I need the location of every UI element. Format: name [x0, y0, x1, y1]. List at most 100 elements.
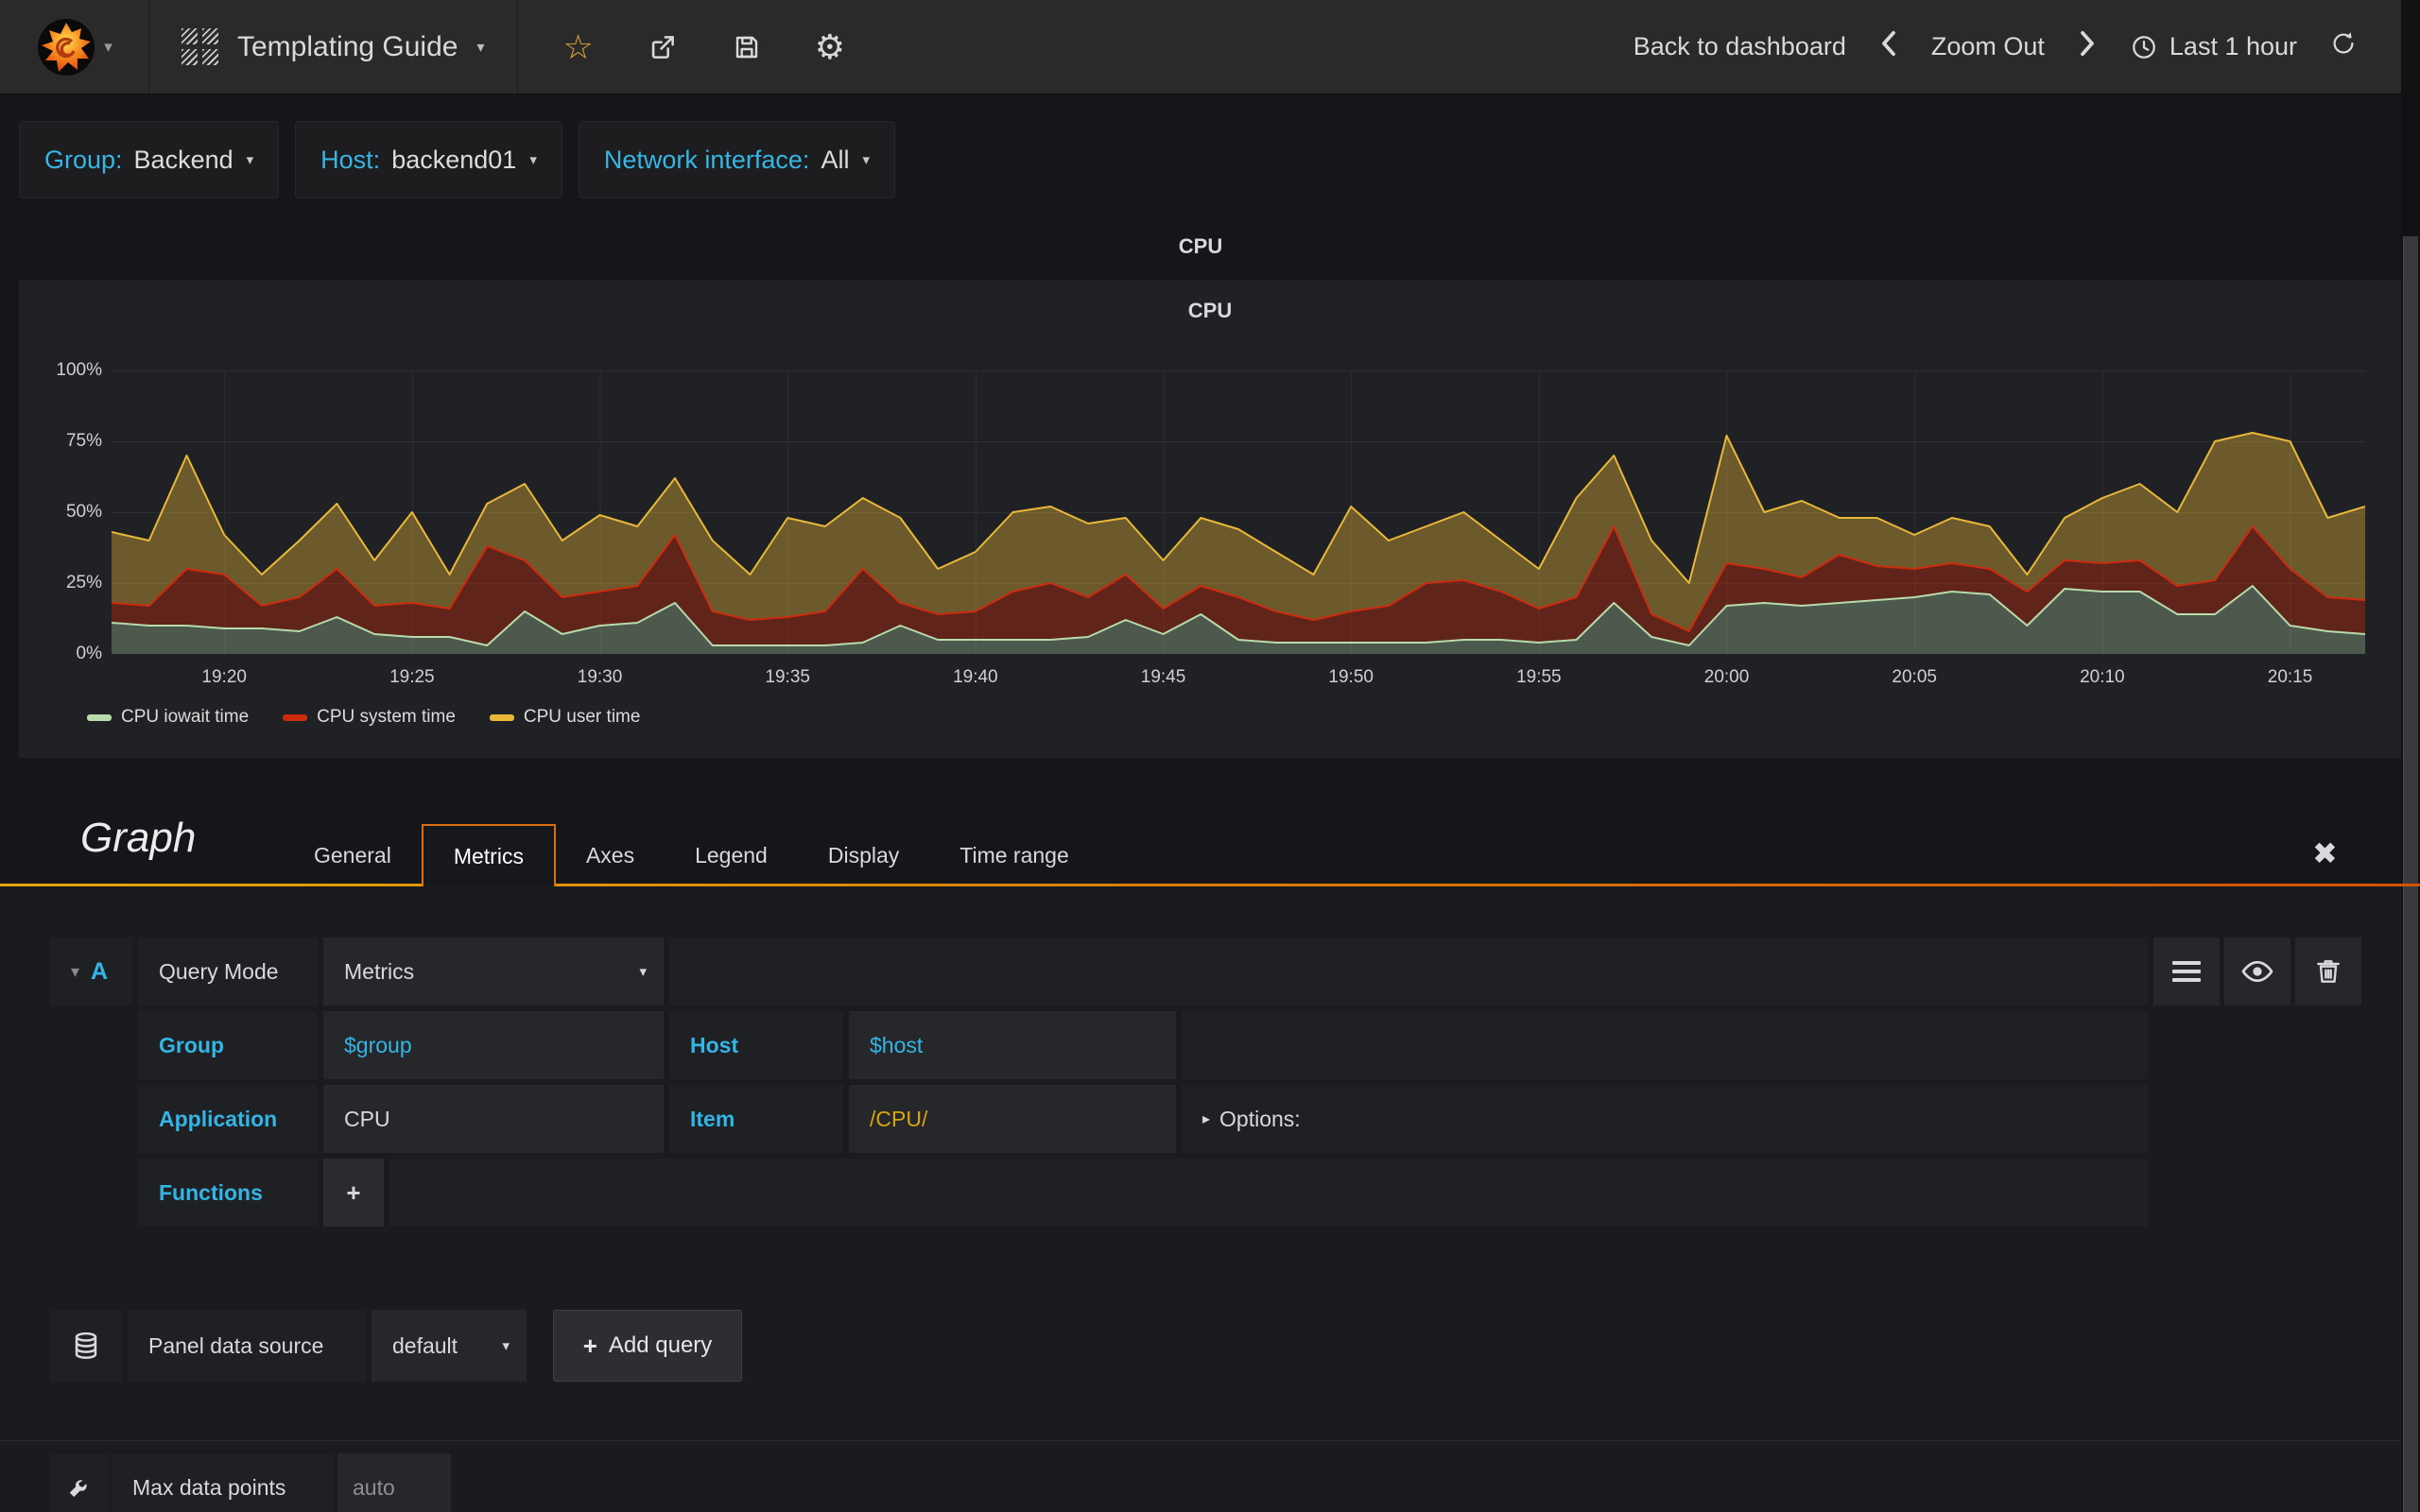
variable-dropdown-1[interactable]: Host: backend01 ▾	[295, 121, 562, 198]
panel-title[interactable]: CPU	[19, 299, 2401, 323]
host-value: $host	[870, 1032, 924, 1057]
group-input[interactable]: $group	[323, 1011, 664, 1079]
application-value: CPU	[344, 1106, 390, 1131]
settings-gear-icon[interactable]: ⚙	[815, 27, 845, 67]
max-data-points-label: Max data points	[112, 1453, 335, 1512]
x-tick-label: 20:05	[1892, 667, 1937, 687]
scrollbar-track[interactable]	[2401, 0, 2420, 1512]
chart-legend: CPU iowait time CPU system time CPU user t…	[87, 707, 640, 728]
chart	[111, 370, 2366, 655]
plus-icon: +	[582, 1331, 597, 1360]
y-tick-label: 75%	[65, 431, 102, 451]
functions-filler	[389, 1159, 2148, 1227]
chart-svg[interactable]	[111, 370, 2366, 655]
shift-time-forward-icon[interactable]	[2077, 29, 2098, 64]
legend-item-cpu-user-time[interactable]: CPU user time	[489, 707, 640, 728]
time-picker[interactable]: Last 1 hour	[2130, 32, 2297, 61]
zoom-out-button[interactable]: Zoom Out	[1931, 32, 2045, 61]
max-data-points-row: Max data points	[50, 1453, 451, 1512]
database-icon	[75, 1332, 97, 1360]
eye-icon	[2241, 960, 2273, 983]
cpu-graph-panel: CPU 0% 25% 50% 75% 100% 19:20 19:25 19:30 19:35…	[19, 280, 2401, 758]
tab-general[interactable]: General	[284, 824, 422, 886]
variable-caret-icon: ▾	[529, 152, 537, 168]
group-host-filler	[1182, 1011, 2148, 1079]
section-divider	[0, 1440, 2401, 1441]
toggle-visibility-button[interactable]	[2224, 937, 2290, 1005]
delete-query-button[interactable]	[2295, 937, 2361, 1005]
options-toggle[interactable]: ▸ Options:	[1182, 1085, 2148, 1153]
y-tick-label: 0%	[76, 644, 102, 663]
close-editor-icon[interactable]: ✖	[2312, 835, 2338, 871]
query-row-group-host: Group $group Host $host	[138, 1011, 2148, 1079]
legend-item-cpu-iowait-time[interactable]: CPU iowait time	[87, 707, 249, 728]
legend-swatch-icon	[489, 713, 514, 721]
logo-caret-icon: ▾	[104, 37, 112, 56]
query-mode-select[interactable]: Metrics ▾	[323, 937, 664, 1005]
query-row-filler	[669, 937, 2148, 1005]
application-label: Application	[138, 1085, 318, 1153]
select-caret-icon: ▾	[639, 964, 647, 980]
collapse-caret-icon: ▾	[71, 961, 80, 981]
tab-time-range[interactable]: Time range	[929, 824, 1098, 886]
add-query-button[interactable]: + Add query	[553, 1310, 742, 1382]
refresh-icon[interactable]	[2329, 29, 2358, 64]
variable-label: Group:	[44, 145, 123, 174]
query-row-functions: Functions +	[138, 1159, 2148, 1227]
query-mode-label: Query Mode	[138, 937, 318, 1005]
navbar: ▾ Templating Guide ▾ ☆ ⚙ Back to dashboa…	[0, 0, 2401, 94]
datasource-value: default	[392, 1332, 458, 1358]
dashboard-title-menu[interactable]: Templating Guide ▾	[149, 0, 518, 94]
grafana-logo-menu[interactable]: ▾	[0, 0, 149, 94]
add-function-button[interactable]: +	[323, 1159, 384, 1227]
tab-metrics[interactable]: Metrics	[421, 824, 556, 886]
tab-legend[interactable]: Legend	[665, 824, 798, 886]
variable-dropdown-0[interactable]: Group: Backend ▾	[19, 121, 280, 198]
y-tick-label: 25%	[65, 573, 102, 593]
back-to-dashboard-link[interactable]: Back to dashboard	[1634, 32, 1846, 61]
datasource-select[interactable]: default ▾	[372, 1310, 527, 1382]
legend-item-cpu-system-time[interactable]: CPU system time	[283, 707, 456, 728]
x-tick-label: 19:55	[1516, 667, 1562, 687]
title-caret-icon: ▾	[476, 39, 485, 56]
grafana-page: ▾ Templating Guide ▾ ☆ ⚙ Back to dashboa…	[0, 0, 2420, 1512]
query-ref-toggle[interactable]: ▾ A	[50, 937, 132, 1005]
dashboard-title: Templating Guide	[237, 30, 458, 62]
tab-axes[interactable]: Axes	[556, 824, 665, 886]
variable-caret-icon: ▾	[862, 152, 870, 168]
save-icon[interactable]	[732, 32, 762, 62]
datasource-caret-icon: ▾	[502, 1338, 510, 1354]
legend-label: CPU iowait time	[121, 707, 250, 727]
y-tick-label: 50%	[65, 502, 102, 522]
functions-label: Functions	[138, 1159, 318, 1227]
host-label: Host	[669, 1011, 843, 1079]
item-label: Item	[669, 1085, 843, 1153]
application-input[interactable]: CPU	[323, 1085, 664, 1153]
dashboard-row-title: CPU	[1178, 234, 1223, 258]
scrollbar-thumb[interactable]	[2403, 236, 2418, 1512]
share-icon[interactable]	[647, 31, 679, 63]
grafana-logo-icon	[38, 18, 95, 76]
shift-time-back-icon[interactable]	[1878, 29, 1899, 64]
query-menu-button[interactable]	[2153, 937, 2220, 1005]
tab-display[interactable]: Display	[798, 824, 929, 886]
variable-dropdown-2[interactable]: Network interface: All ▾	[578, 121, 895, 198]
query-row-a: ▾ A Query Mode Metrics ▾	[50, 937, 2148, 1005]
x-tick-label: 20:00	[1703, 667, 1750, 687]
dashboard-grid-icon	[182, 28, 218, 65]
legend-label: CPU system time	[317, 707, 456, 727]
trash-icon	[2317, 960, 2340, 983]
wrench-icon	[69, 1480, 87, 1497]
max-data-points-input[interactable]	[337, 1453, 451, 1512]
host-input[interactable]: $host	[849, 1011, 1176, 1079]
variable-caret-icon: ▾	[246, 152, 254, 168]
query-row-app-item: Application CPU Item /CPU/ ▸ Options:	[138, 1085, 2148, 1153]
star-icon[interactable]: ☆	[563, 27, 594, 67]
editor-tabs: General Metrics Axes Legend Display Time rang…	[284, 824, 1099, 886]
item-input[interactable]: /CPU/	[849, 1085, 1176, 1153]
query-mode-value: Metrics	[344, 958, 415, 984]
query-ref-letter: A	[91, 957, 109, 985]
add-query-label: Add query	[608, 1332, 713, 1358]
hamburger-icon	[2172, 961, 2201, 982]
options-label: Options:	[1219, 1106, 1301, 1131]
